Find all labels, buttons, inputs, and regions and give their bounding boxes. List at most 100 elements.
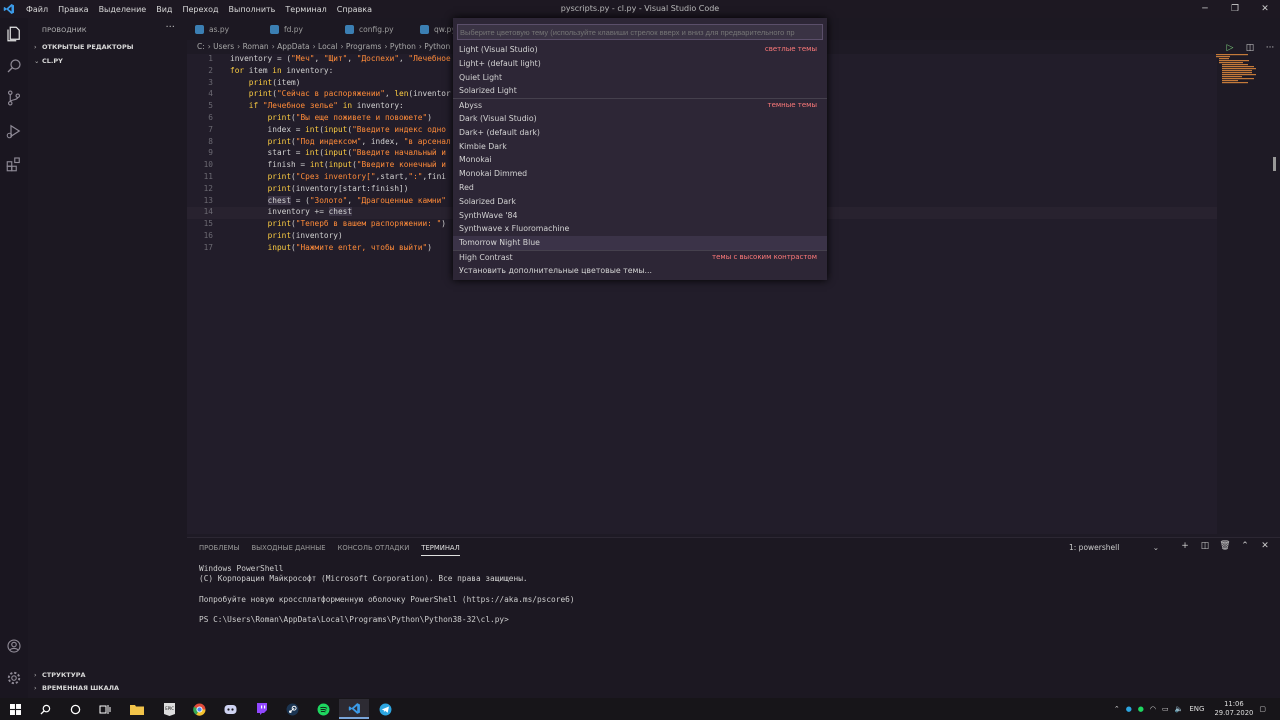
extensions-icon[interactable] (5, 155, 23, 173)
minimap[interactable] (1216, 54, 1266, 84)
theme-option[interactable]: Abyss темные темы (453, 98, 827, 112)
section-timeline[interactable]: › ВРЕМЕННАЯ ШКАЛА (34, 684, 119, 692)
tab-debug-console[interactable]: КОНСОЛЬ ОТЛАДКИ (338, 544, 410, 556)
line-number: 5 (208, 101, 213, 111)
windows-start-icon[interactable] (0, 699, 30, 719)
chevron-up-icon[interactable]: ⌃ (1114, 705, 1120, 713)
theme-option[interactable]: SynthWave '84 (453, 209, 827, 223)
breadcrumb-item[interactable]: Python (390, 42, 416, 51)
breadcrumb-item[interactable]: Local (318, 42, 337, 51)
close-window-button[interactable]: ✕ (1250, 0, 1280, 18)
theme-option-label: Red (459, 183, 474, 192)
spotify-icon[interactable] (308, 699, 338, 719)
terminal-line: Windows PowerShell (199, 564, 284, 573)
steam-icon[interactable] (277, 699, 307, 719)
restore-button[interactable]: ❐ (1220, 0, 1250, 18)
section-outline[interactable]: › СТРУКТУРА (34, 671, 86, 679)
line-number: 16 (203, 231, 213, 240)
file-explorer-icon[interactable] (122, 699, 152, 719)
sidebar-title: ПРОВОДНИК (42, 26, 87, 34)
theme-option[interactable]: Dark+ (default dark) (453, 126, 827, 140)
account-icon[interactable] (5, 637, 23, 655)
maximize-panel-icon[interactable]: ⌃ (1235, 541, 1255, 551)
theme-option[interactable]: Light (Visual Studio) светлые темы (453, 43, 827, 57)
terminal-select[interactable]: 1: powershell ⌄ (1069, 543, 1159, 552)
more-actions-icon[interactable]: ··· (165, 22, 175, 33)
theme-option[interactable]: Tomorrow Night Blue (453, 236, 827, 250)
telegram-icon[interactable] (370, 699, 400, 719)
breadcrumb-item[interactable]: C: (197, 42, 205, 51)
tab-output[interactable]: ВЫХОДНЫЕ ДАННЫЕ (252, 544, 326, 556)
search-icon[interactable] (5, 57, 23, 75)
cortana-icon[interactable] (60, 699, 90, 719)
theme-option[interactable]: Quiet Light (453, 71, 827, 85)
line-number: 13 (203, 195, 213, 205)
breadcrumb-item[interactable]: Python (424, 42, 450, 51)
epic-games-icon[interactable]: EPIC (154, 699, 184, 719)
line-number: 14 (203, 207, 213, 217)
twitch-icon[interactable] (246, 699, 276, 719)
close-panel-icon[interactable]: ✕ (1255, 541, 1275, 551)
menu-edit[interactable]: Правка (58, 5, 88, 14)
tab-as-py[interactable]: as.py (187, 18, 262, 40)
theme-option[interactable]: Kimbie Dark (453, 140, 827, 154)
notifications-icon[interactable]: ▢ (1259, 705, 1266, 713)
tab-problems[interactable]: ПРОБЛЕМЫ (199, 544, 240, 556)
menu-go[interactable]: Переход (182, 5, 218, 14)
theme-option[interactable]: Red (453, 181, 827, 195)
menu-terminal[interactable]: Терминал (285, 5, 326, 14)
section-open-editors[interactable]: › ОТКРЫТЫЕ РЕДАКТОРЫ (34, 43, 133, 51)
menu-file[interactable]: Файл (26, 5, 48, 14)
menu-run[interactable]: Выполнить (229, 5, 276, 14)
trash-icon[interactable]: 🗑 (1215, 541, 1235, 551)
theme-option[interactable]: Monokai (453, 153, 827, 167)
chevron-right-icon: › (34, 684, 37, 692)
tab-config-py[interactable]: config.py (337, 18, 412, 40)
gear-icon[interactable] (5, 669, 23, 687)
line-number: 8 (208, 136, 213, 146)
new-terminal-icon[interactable]: + (1175, 541, 1195, 551)
theme-option[interactable]: High Contrast темы с высоким контрастом (453, 250, 827, 264)
theme-option-label: Kimbie Dark (459, 141, 507, 151)
breadcrumb-item[interactable]: Users (213, 42, 234, 51)
theme-option[interactable]: Solarized Light (453, 84, 827, 98)
theme-option[interactable]: Synthwave x Fluoromachine (453, 222, 827, 236)
menu-view[interactable]: Вид (156, 5, 172, 14)
menu-selection[interactable]: Выделение (99, 5, 147, 14)
explorer-icon[interactable] (5, 25, 23, 43)
volume-icon[interactable]: 🔈 (1175, 705, 1184, 713)
tab-fd-py[interactable]: fd.py (262, 18, 337, 40)
run-debug-icon[interactable] (5, 122, 23, 140)
theme-option[interactable]: Light+ (default light) (453, 57, 827, 71)
breadcrumb-item[interactable]: Roman (243, 42, 269, 51)
theme-option[interactable]: Monokai Dimmed (453, 167, 827, 181)
line-text: print("Сейчас в распоряжении", len(inven… (248, 89, 451, 99)
language-indicator[interactable]: ENG (1189, 705, 1204, 713)
tray-app-icon[interactable]: ● (1126, 705, 1132, 713)
section-folder[interactable]: ⌄ CL.PY (34, 57, 63, 65)
chrome-icon[interactable] (184, 699, 214, 719)
vscode-taskbar-icon[interactable] (339, 699, 369, 719)
task-view-icon[interactable] (90, 699, 120, 719)
split-terminal-icon[interactable]: ◫ (1195, 541, 1215, 551)
theme-option-label: Monokai (459, 155, 492, 165)
wifi-icon[interactable]: ◠ (1150, 705, 1156, 713)
theme-search-input[interactable] (457, 24, 823, 40)
source-control-icon[interactable] (5, 89, 23, 107)
breadcrumb-item[interactable]: Programs (346, 42, 382, 51)
tray-app-icon[interactable]: ● (1138, 705, 1144, 713)
discord-icon[interactable] (215, 699, 245, 719)
battery-icon[interactable]: ▭ (1162, 705, 1169, 713)
scrollbar-thumb[interactable] (1273, 157, 1276, 171)
clock[interactable]: 11:06 29.07.2020 (1214, 700, 1253, 718)
theme-option[interactable]: Solarized Dark (453, 195, 827, 209)
theme-option[interactable]: Установить дополнительные цветовые темы.… (453, 264, 827, 278)
minimize-button[interactable]: ─ (1190, 0, 1220, 18)
chevron-down-icon: ⌄ (34, 57, 40, 65)
tab-terminal[interactable]: ТЕРМИНАЛ (421, 544, 460, 556)
menu-help[interactable]: Справка (337, 5, 372, 14)
theme-option[interactable]: Dark (Visual Studio) (453, 112, 827, 126)
section-label: CL.PY (42, 57, 63, 65)
breadcrumb-item[interactable]: AppData (277, 42, 310, 51)
search-icon[interactable] (30, 699, 60, 719)
